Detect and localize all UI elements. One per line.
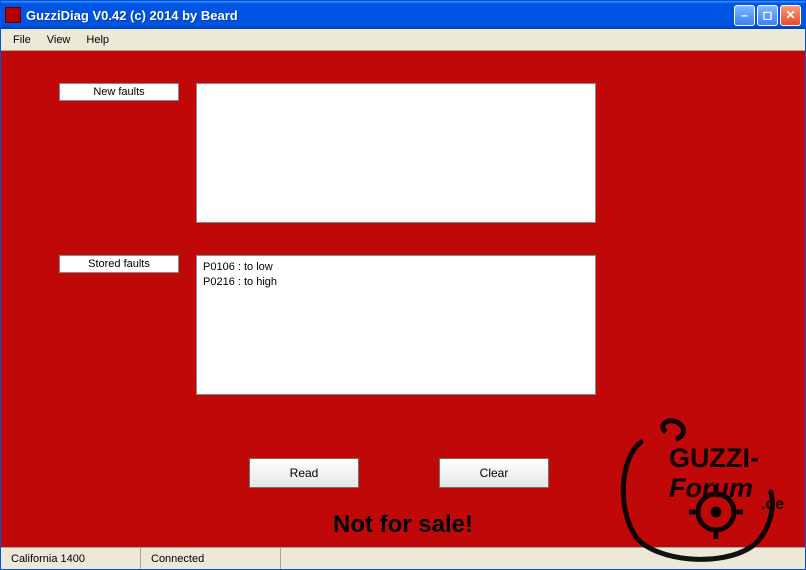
window-title: GuzziDiag V0.42 (c) 2014 by Beard <box>26 8 734 23</box>
app-icon <box>5 7 21 23</box>
menu-file[interactable]: File <box>5 32 39 48</box>
client-area: New faults Stored faults P0106 : to low … <box>1 51 805 547</box>
menubar: File View Help <box>1 29 805 51</box>
menu-help[interactable]: Help <box>78 32 117 48</box>
menu-view[interactable]: View <box>39 32 79 48</box>
status-connection: Connected <box>141 548 281 569</box>
maximize-button[interactable]: ◻ <box>757 5 778 26</box>
close-button[interactable]: ✕ <box>780 5 801 26</box>
status-model: California 1400 <box>1 548 141 569</box>
clear-button[interactable]: Clear <box>439 458 549 488</box>
app-window: GuzziDiag V0.42 (c) 2014 by Beard – ◻ ✕ … <box>0 0 806 570</box>
new-faults-label: New faults <box>59 83 179 101</box>
statusbar: California 1400 Connected <box>1 547 805 569</box>
stored-faults-list[interactable]: P0106 : to low P0216 : to high <box>196 255 596 395</box>
titlebar: GuzziDiag V0.42 (c) 2014 by Beard – ◻ ✕ <box>1 1 805 29</box>
not-for-sale-banner: Not for sale! <box>333 511 473 539</box>
minimize-button[interactable]: – <box>734 5 755 26</box>
stored-faults-label: Stored faults <box>59 255 179 273</box>
window-controls: – ◻ ✕ <box>734 5 801 26</box>
new-faults-list[interactable] <box>196 83 596 223</box>
read-button[interactable]: Read <box>249 458 359 488</box>
